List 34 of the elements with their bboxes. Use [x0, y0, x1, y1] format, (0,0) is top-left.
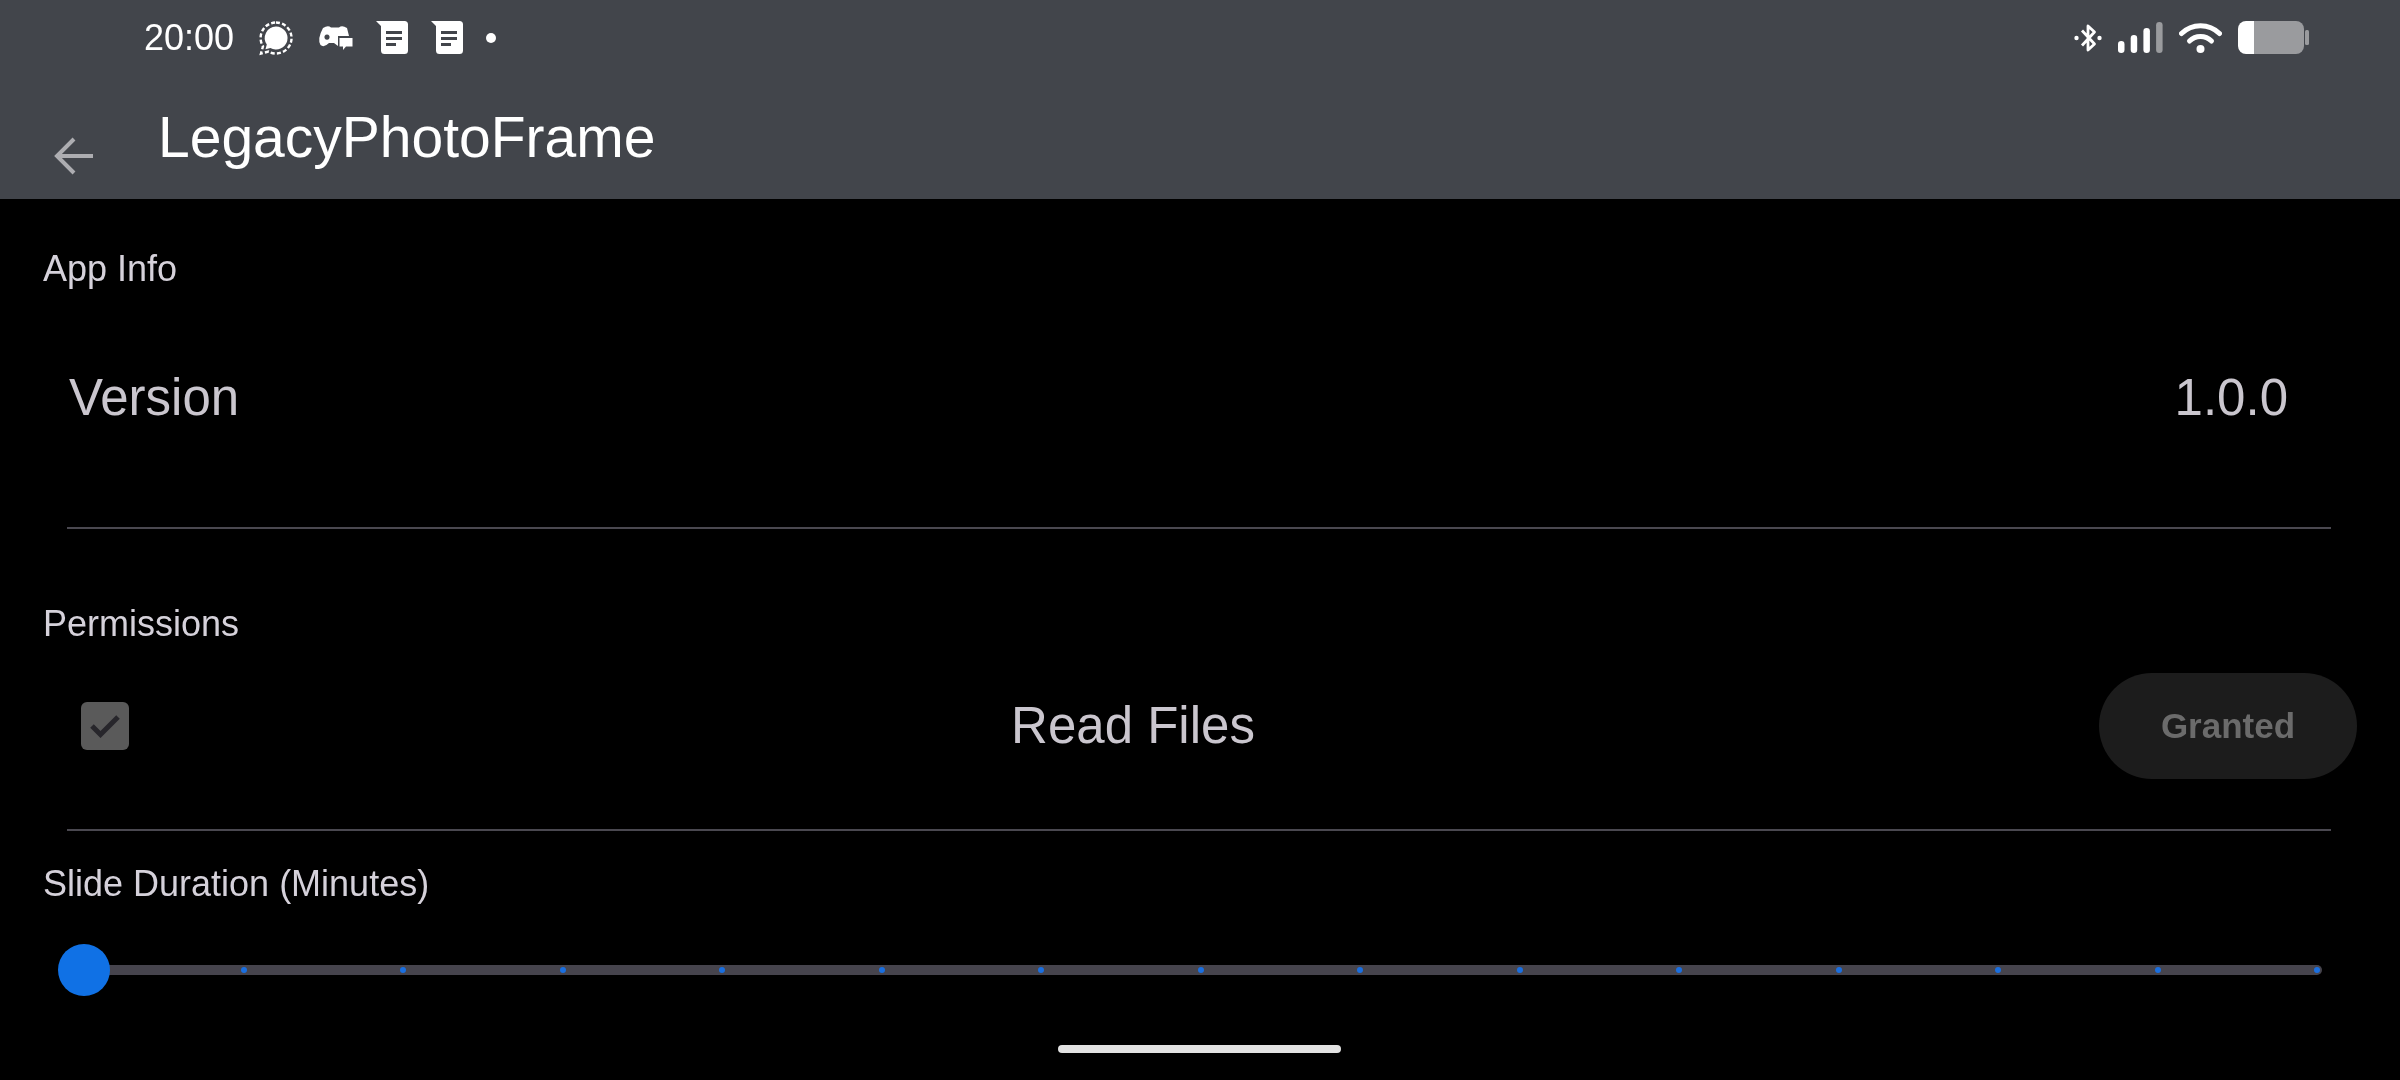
section-heading: Slide Duration (Minutes)	[43, 863, 430, 905]
section-heading: Permissions	[43, 603, 240, 645]
back-arrow-icon[interactable]	[53, 135, 95, 177]
app-title: LegacyPhotoFrame	[158, 104, 656, 171]
battery-icon	[2238, 21, 2309, 54]
slider-tick-icon	[1038, 967, 1044, 973]
dot-icon	[486, 32, 497, 43]
permission-label: Read Files	[1011, 696, 1255, 756]
slider-tick-icon	[559, 967, 566, 973]
section-heading: App Info	[43, 248, 178, 290]
slider-tick-icon	[1995, 967, 2001, 973]
slider-tick-icon	[719, 967, 725, 973]
slider-thumb[interactable]	[58, 944, 110, 996]
slider-tick-icon	[1516, 967, 1523, 973]
status-time: 20:00	[144, 16, 235, 59]
slider-tick-icon	[1835, 967, 1842, 973]
slider-tick-icon	[1357, 967, 1363, 973]
signal-icon	[2118, 22, 2163, 53]
note-icon	[376, 21, 409, 54]
slider-tick-icon	[2154, 967, 2161, 973]
slider-tick-icon	[400, 967, 406, 973]
chat-bubble-icon	[258, 19, 295, 56]
info-value: 1.0.0	[2174, 368, 2288, 428]
note-icon	[431, 21, 464, 54]
slider-tick-icon	[1676, 967, 1682, 973]
gesture-handle[interactable]	[1058, 1045, 1341, 1053]
info-label: Version	[69, 368, 240, 428]
checkmark-icon	[89, 714, 121, 738]
slider-tick-icon	[240, 967, 247, 973]
controller-chat-icon	[317, 24, 354, 51]
slider-tick-icon	[1197, 967, 1204, 973]
slider-tick-icon	[2314, 967, 2320, 973]
slider-tick-icon	[878, 967, 885, 973]
wifi-icon	[2179, 22, 2222, 53]
